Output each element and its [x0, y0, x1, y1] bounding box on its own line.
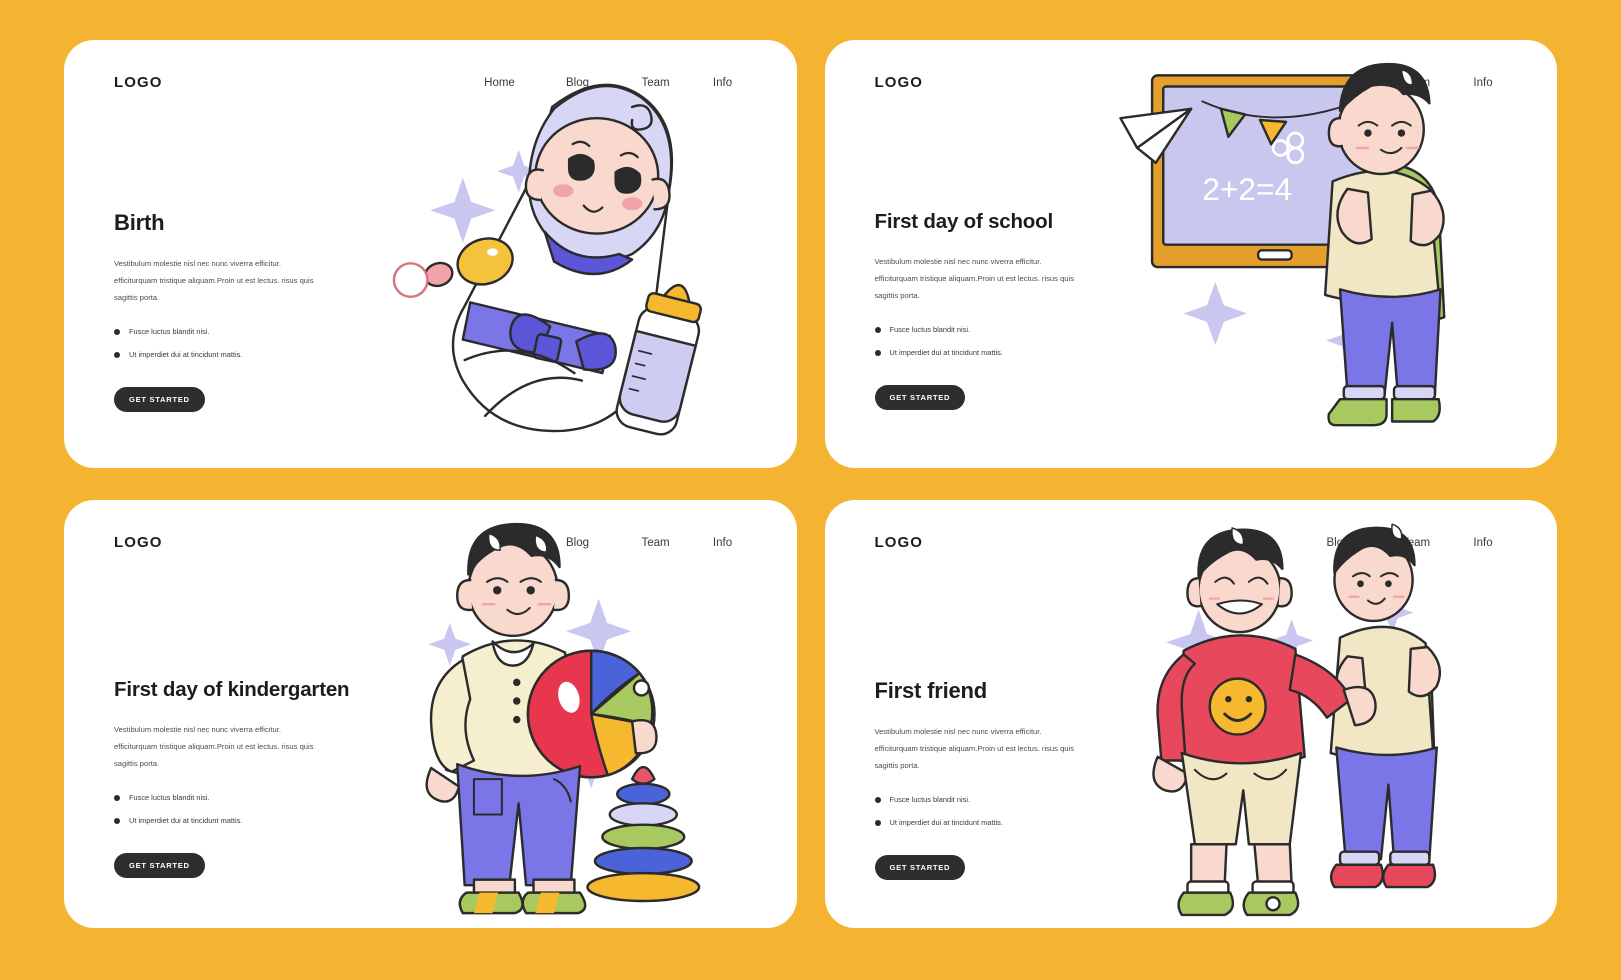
card-birth: LOGO Home Blog Team Info Birth Vestibulu…: [64, 40, 797, 468]
smiley-icon: [1208, 677, 1267, 736]
list-item-label: Ut imperdiet dui at tincidunt mattis.: [889, 348, 1003, 358]
landing-page-set: LOGO Home Blog Team Info Birth Vestibulu…: [0, 0, 1621, 980]
illustration-school-boy: 2+2=4: [1097, 40, 1557, 468]
illustration-kindergarten-boy: [337, 500, 797, 928]
description: Vestibulum molestie nisl nec nunc viverr…: [114, 259, 314, 303]
get-started-button[interactable]: GET STARTED: [114, 853, 205, 879]
logo[interactable]: LOGO: [114, 74, 163, 91]
stacking-toy-icon: [585, 765, 700, 903]
description: Vestibulum molestie nisl nec nunc viverr…: [114, 725, 314, 769]
card-first-day-of-school: LOGO Home Blog Team Info First day of sc…: [824, 40, 1557, 468]
description: Vestibulum molestie nisl nec nunc viverr…: [874, 727, 1075, 771]
list-item-label: Ut imperdiet dui at tincidunt mattis.: [889, 818, 1003, 828]
beach-ball-icon: [526, 649, 656, 779]
list-item-label: Fusce luctus blandit nisi.: [129, 793, 210, 803]
bullet-icon: [114, 328, 120, 335]
logo[interactable]: LOGO: [875, 534, 924, 551]
description: Vestibulum molestie nisl nec nunc viverr…: [874, 257, 1075, 301]
get-started-button[interactable]: GET STARTED: [114, 387, 205, 413]
list-item-label: Ut imperdiet dui at tincidunt mattis.: [129, 816, 243, 826]
list-item-label: Fusce luctus blandit nisi.: [129, 327, 210, 337]
get-started-button[interactable]: GET STARTED: [874, 385, 966, 411]
list-item-label: Fusce luctus blandit nisi.: [889, 795, 971, 805]
bullet-icon: [114, 817, 120, 824]
list-item-label: Fusce luctus blandit nisi.: [889, 325, 971, 335]
bullet-icon: [874, 349, 881, 356]
list-item-label: Ut imperdiet dui at tincidunt mattis.: [129, 350, 243, 360]
chalkboard-equation: 2+2=4: [1202, 171, 1292, 207]
logo[interactable]: LOGO: [114, 534, 163, 551]
bullet-icon: [874, 819, 881, 826]
bullet-icon: [874, 796, 881, 803]
logo[interactable]: LOGO: [875, 74, 924, 91]
card-first-day-of-kindergarten: LOGO Home Blog Team Info First day of ki…: [64, 500, 797, 928]
illustration-two-friends: [1097, 500, 1557, 928]
bullet-icon: [114, 794, 120, 801]
illustration-swaddled-baby: [337, 40, 797, 468]
get-started-button[interactable]: GET STARTED: [874, 855, 966, 881]
card-first-friend: LOGO Home Blog Team Info First friend Ve…: [824, 500, 1557, 928]
bullet-icon: [874, 326, 881, 333]
bullet-icon: [114, 351, 120, 358]
